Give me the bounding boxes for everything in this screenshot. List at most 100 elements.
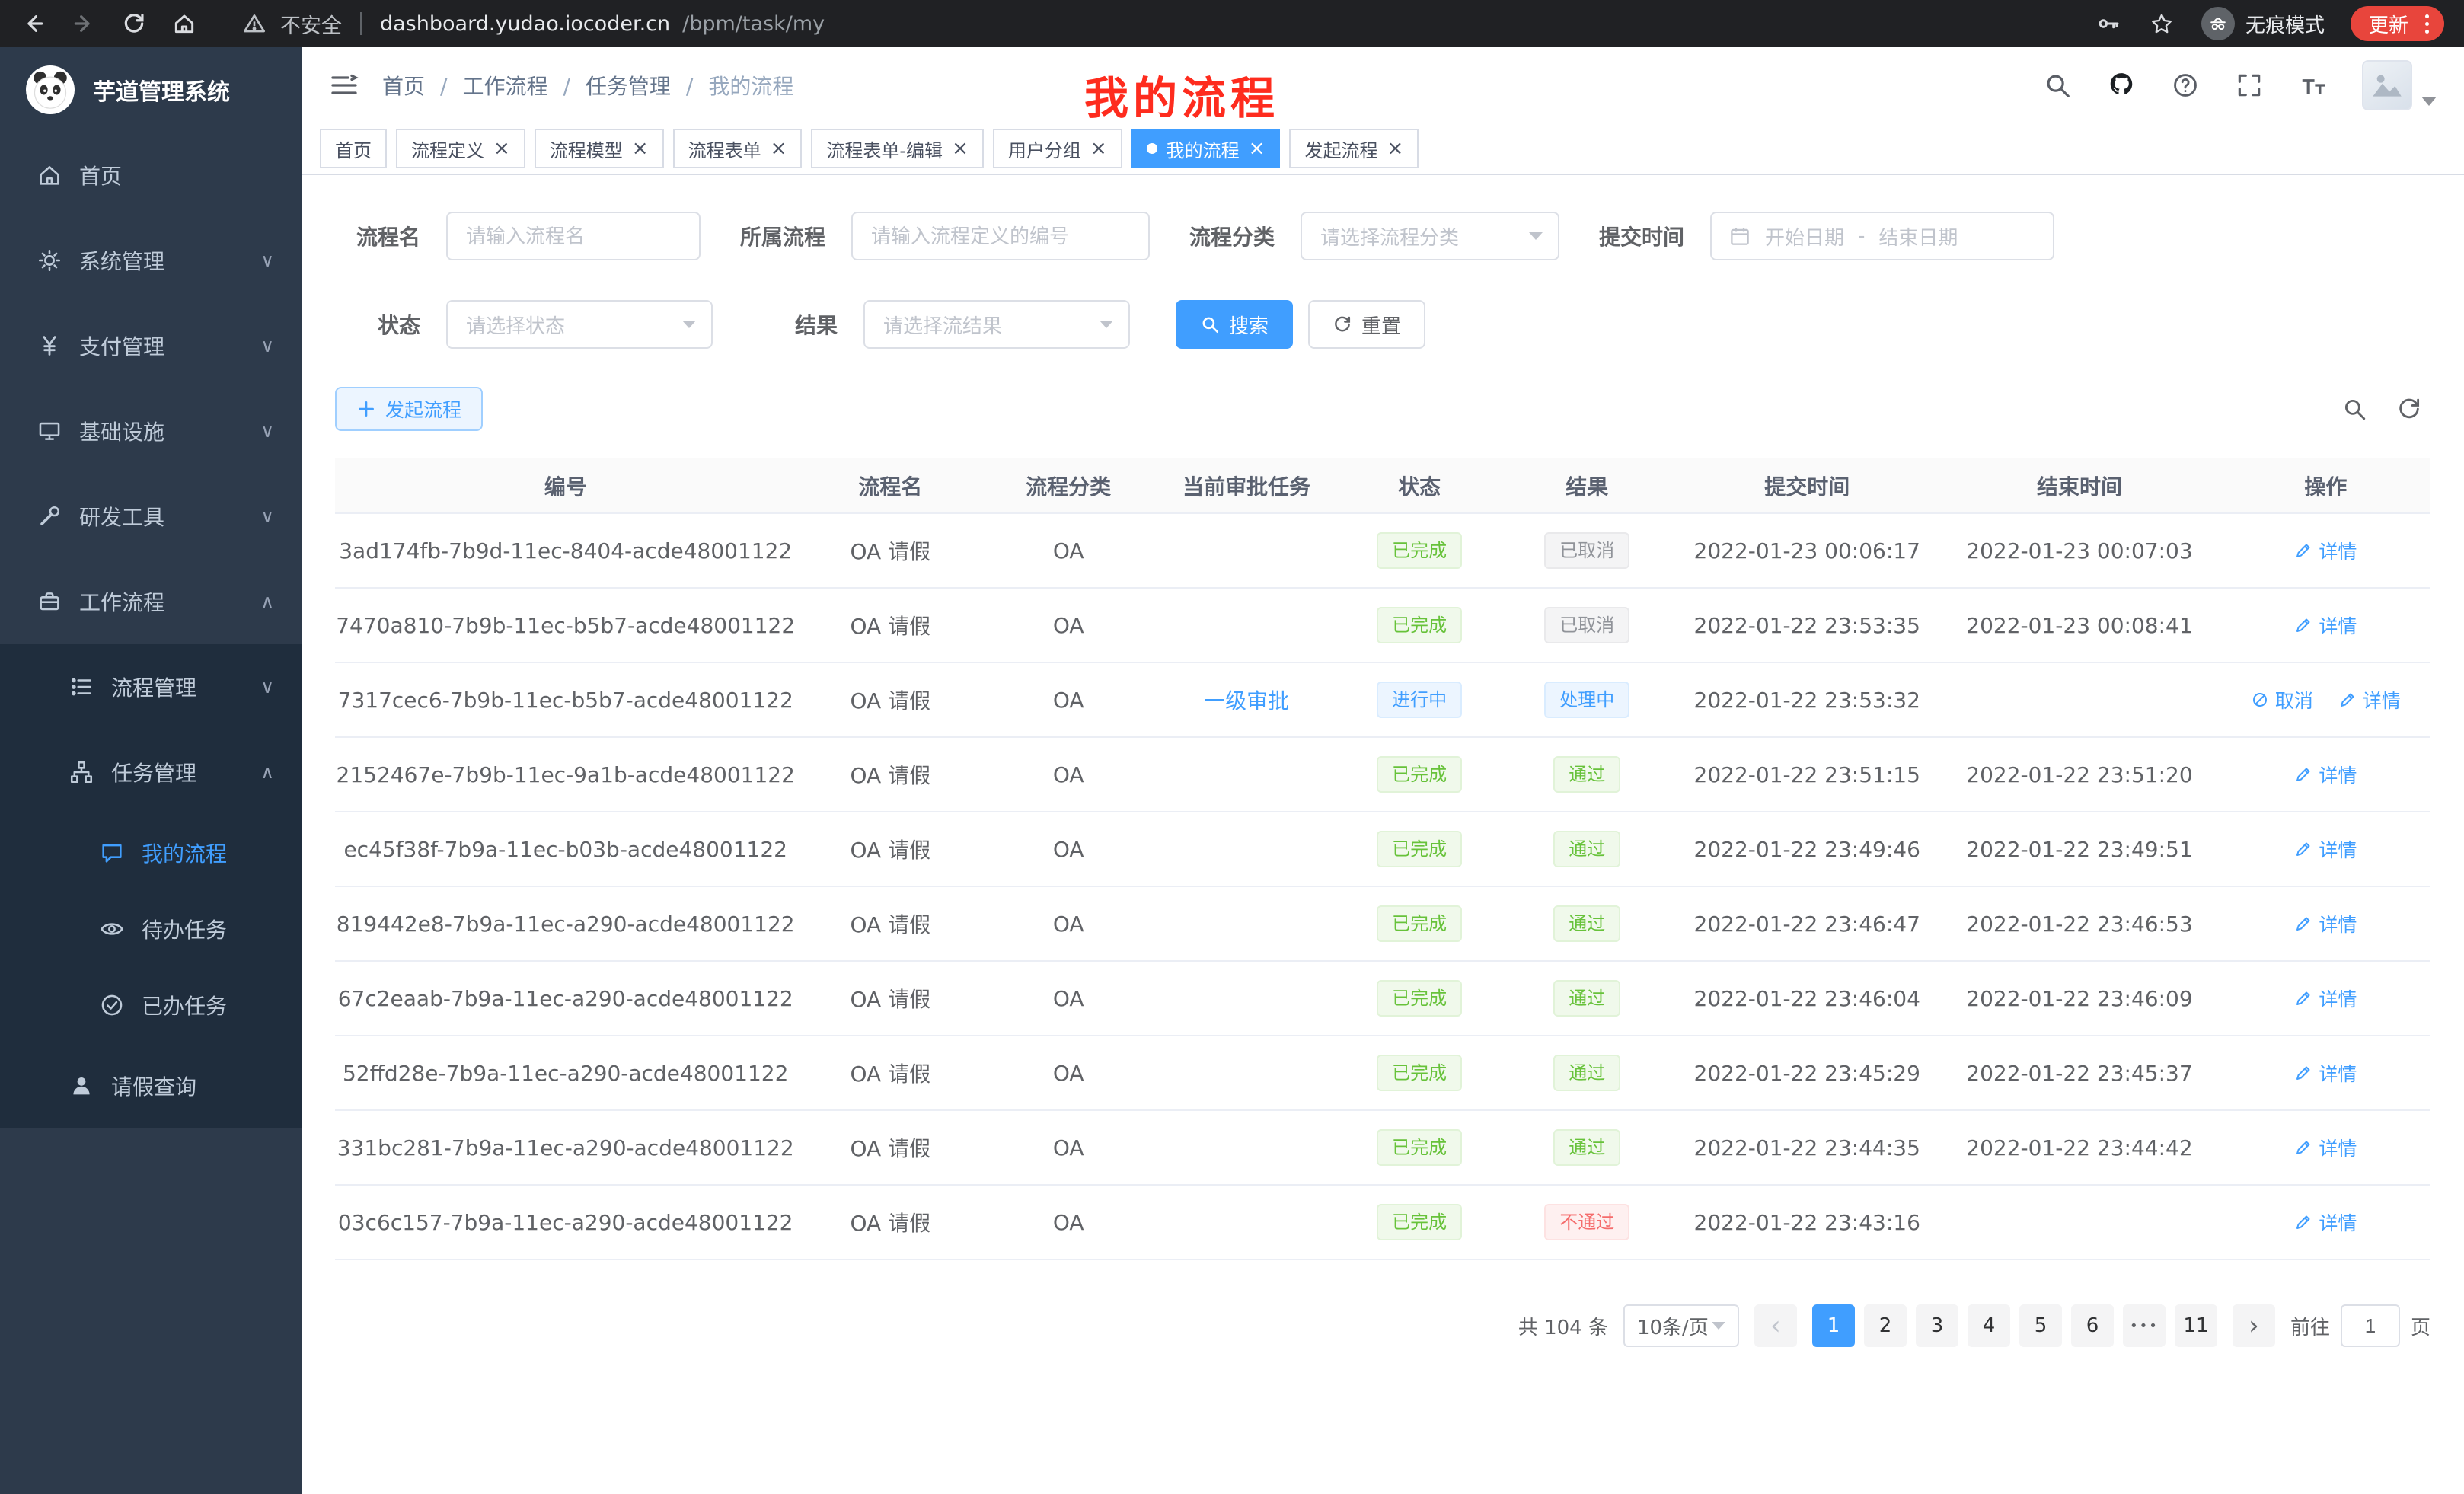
sidebar-item-process-mgmt[interactable]: 流程管理 ∨ [0, 644, 302, 729]
breadcrumb-item[interactable]: 我的流程 [671, 70, 793, 101]
name-filter-input[interactable] [446, 212, 701, 260]
sidebar-item-leave-query[interactable]: 请假查询 [0, 1043, 302, 1128]
reset-button[interactable]: 重置 [1308, 300, 1425, 349]
password-key-icon[interactable] [2095, 10, 2122, 37]
close-icon[interactable]: × [632, 139, 649, 158]
tag-view-tab[interactable]: 流程表单 × [673, 129, 803, 168]
page-button[interactable]: 11 [2175, 1304, 2217, 1347]
detail-action[interactable]: 详情 [2294, 1208, 2357, 1236]
hamburger-icon[interactable] [329, 70, 359, 101]
page-button[interactable]: 5 [2019, 1304, 2062, 1347]
page-button[interactable]: 3 [1916, 1304, 1958, 1347]
detail-action[interactable]: 详情 [2294, 1059, 2357, 1087]
tag-view-tab[interactable]: 流程表单-编辑 × [811, 129, 983, 168]
close-icon[interactable]: × [493, 139, 510, 158]
github-icon[interactable] [2106, 70, 2137, 101]
gear-icon [37, 247, 62, 273]
cell-end-time [1938, 662, 2221, 737]
user-avatar[interactable] [2362, 60, 2437, 110]
task-link[interactable]: 一级审批 [1204, 688, 1289, 713]
font-size-icon[interactable] [2298, 70, 2328, 101]
detail-action[interactable]: 详情 [2294, 910, 2357, 937]
help-icon[interactable] [2170, 70, 2201, 101]
close-icon[interactable]: × [1387, 139, 1403, 158]
tag-view-tab[interactable]: 我的流程 × [1131, 129, 1281, 168]
sidebar-item-home[interactable]: 首页 [0, 132, 302, 218]
close-icon[interactable]: × [1090, 139, 1107, 158]
close-icon[interactable]: × [1249, 139, 1266, 158]
sidebar-item-system[interactable]: 系统管理 ∨ [0, 218, 302, 303]
toggle-search-icon[interactable] [2339, 394, 2370, 424]
table-row: 3ad174fb-7b9d-11ec-8404-acde48001122 OA … [335, 513, 2430, 588]
detail-action[interactable]: 详情 [2338, 686, 2401, 713]
cell-category: OA [985, 812, 1152, 886]
detail-action[interactable]: 详情 [2294, 835, 2357, 863]
refresh-button[interactable] [120, 10, 148, 37]
cancel-action[interactable]: 取消 [2251, 686, 2313, 713]
result-filter-select[interactable]: 请选择流结果 [863, 300, 1130, 349]
bookmark-star-icon[interactable] [2148, 10, 2175, 37]
next-page-button[interactable]: › [2233, 1304, 2275, 1347]
page-button[interactable]: 6 [2071, 1304, 2114, 1347]
tab-label: 流程表单 [688, 136, 761, 162]
page-button[interactable]: 2 [1864, 1304, 1907, 1347]
column-header: 操作 [2221, 458, 2430, 513]
update-button[interactable]: 更新 [2351, 6, 2444, 41]
refresh-table-icon[interactable] [2394, 394, 2424, 424]
sidebar-item-todo-tasks[interactable]: 待办任务 [0, 891, 302, 967]
home-button[interactable] [171, 10, 198, 37]
page-button[interactable]: 1 [1812, 1304, 1855, 1347]
cell-current-task [1152, 961, 1341, 1036]
cell-process-name: OA 请假 [796, 588, 985, 662]
breadcrumb-item[interactable]: 工作流程 [425, 70, 547, 101]
sidebar-item-workflow[interactable]: 工作流程 ∧ [0, 559, 302, 644]
page-button[interactable]: 4 [1968, 1304, 2010, 1347]
sidebar-item-devtools[interactable]: 研发工具 ∨ [0, 474, 302, 559]
detail-action[interactable]: 详情 [2294, 537, 2357, 564]
tag-view-tab[interactable]: 发起流程 × [1289, 129, 1419, 168]
breadcrumb-item[interactable]: 任务管理 [547, 70, 670, 101]
chevron-up-icon: ∧ [260, 591, 274, 612]
breadcrumb-item[interactable]: 首页 [382, 70, 425, 101]
close-icon[interactable]: × [771, 139, 787, 158]
detail-action[interactable]: 详情 [2294, 761, 2357, 788]
cell-category: OA [985, 513, 1152, 588]
forward-button[interactable] [70, 10, 97, 37]
sidebar-item-my-process[interactable]: 我的流程 [0, 815, 302, 891]
sidebar-item-done-tasks[interactable]: 已办任务 [0, 967, 302, 1043]
category-filter-select[interactable]: 请选择流程分类 [1301, 212, 1559, 260]
cell-actions: 取消 详情 [2221, 1185, 2430, 1259]
detail-action[interactable]: 详情 [2294, 1134, 2357, 1161]
goto-page-input[interactable] [2341, 1304, 2400, 1347]
page-size-select[interactable]: 10条/页 [1623, 1304, 1739, 1347]
sidebar-item-payment[interactable]: 支付管理 ∨ [0, 303, 302, 388]
sidebar-item-infra[interactable]: 基础设施 ∨ [0, 388, 302, 474]
back-button[interactable] [20, 10, 47, 37]
tag-view-tab[interactable]: 流程定义 × [396, 129, 525, 168]
address-bar[interactable]: 不安全 dashboard.yudao.iocoder.cn/bpm/task/… [241, 9, 825, 39]
search-icon [1200, 314, 1220, 334]
fullscreen-icon[interactable] [2234, 70, 2265, 101]
table-row: ec45f38f-7b9a-11ec-b03b-acde48001122 OA … [335, 812, 2430, 886]
sidebar-item-task-mgmt[interactable]: 任务管理 ∧ [0, 729, 302, 815]
tag-view-tab[interactable]: 流程模型 × [535, 129, 664, 168]
close-icon[interactable]: × [952, 139, 969, 158]
tag-view-tab[interactable]: 用户分组 × [993, 129, 1122, 168]
edit-icon [2294, 616, 2312, 634]
cell-id: 67c2eaab-7b9a-11ec-a290-acde48001122 [335, 961, 796, 1036]
edit-icon [2294, 541, 2312, 560]
kebab-menu-icon[interactable] [2421, 14, 2434, 34]
cell-submit-time: 2022-01-22 23:49:46 [1676, 812, 1938, 886]
process-filter-input[interactable] [851, 212, 1150, 260]
tag-view-tab[interactable]: 首页 × [320, 129, 387, 168]
date-range-picker[interactable]: 开始日期 - 结束日期 [1710, 212, 2054, 260]
search-button[interactable]: 搜索 [1176, 300, 1293, 349]
detail-action[interactable]: 详情 [2294, 611, 2357, 639]
edit-icon [2294, 1138, 2312, 1157]
status-filter-select[interactable]: 请选择状态 [446, 300, 713, 349]
search-icon[interactable] [2042, 70, 2073, 101]
create-process-button[interactable]: 发起流程 [335, 387, 483, 431]
page-button[interactable]: ••• [2123, 1304, 2166, 1347]
detail-action[interactable]: 详情 [2294, 985, 2357, 1012]
prev-page-button[interactable]: ‹ [1754, 1304, 1797, 1347]
